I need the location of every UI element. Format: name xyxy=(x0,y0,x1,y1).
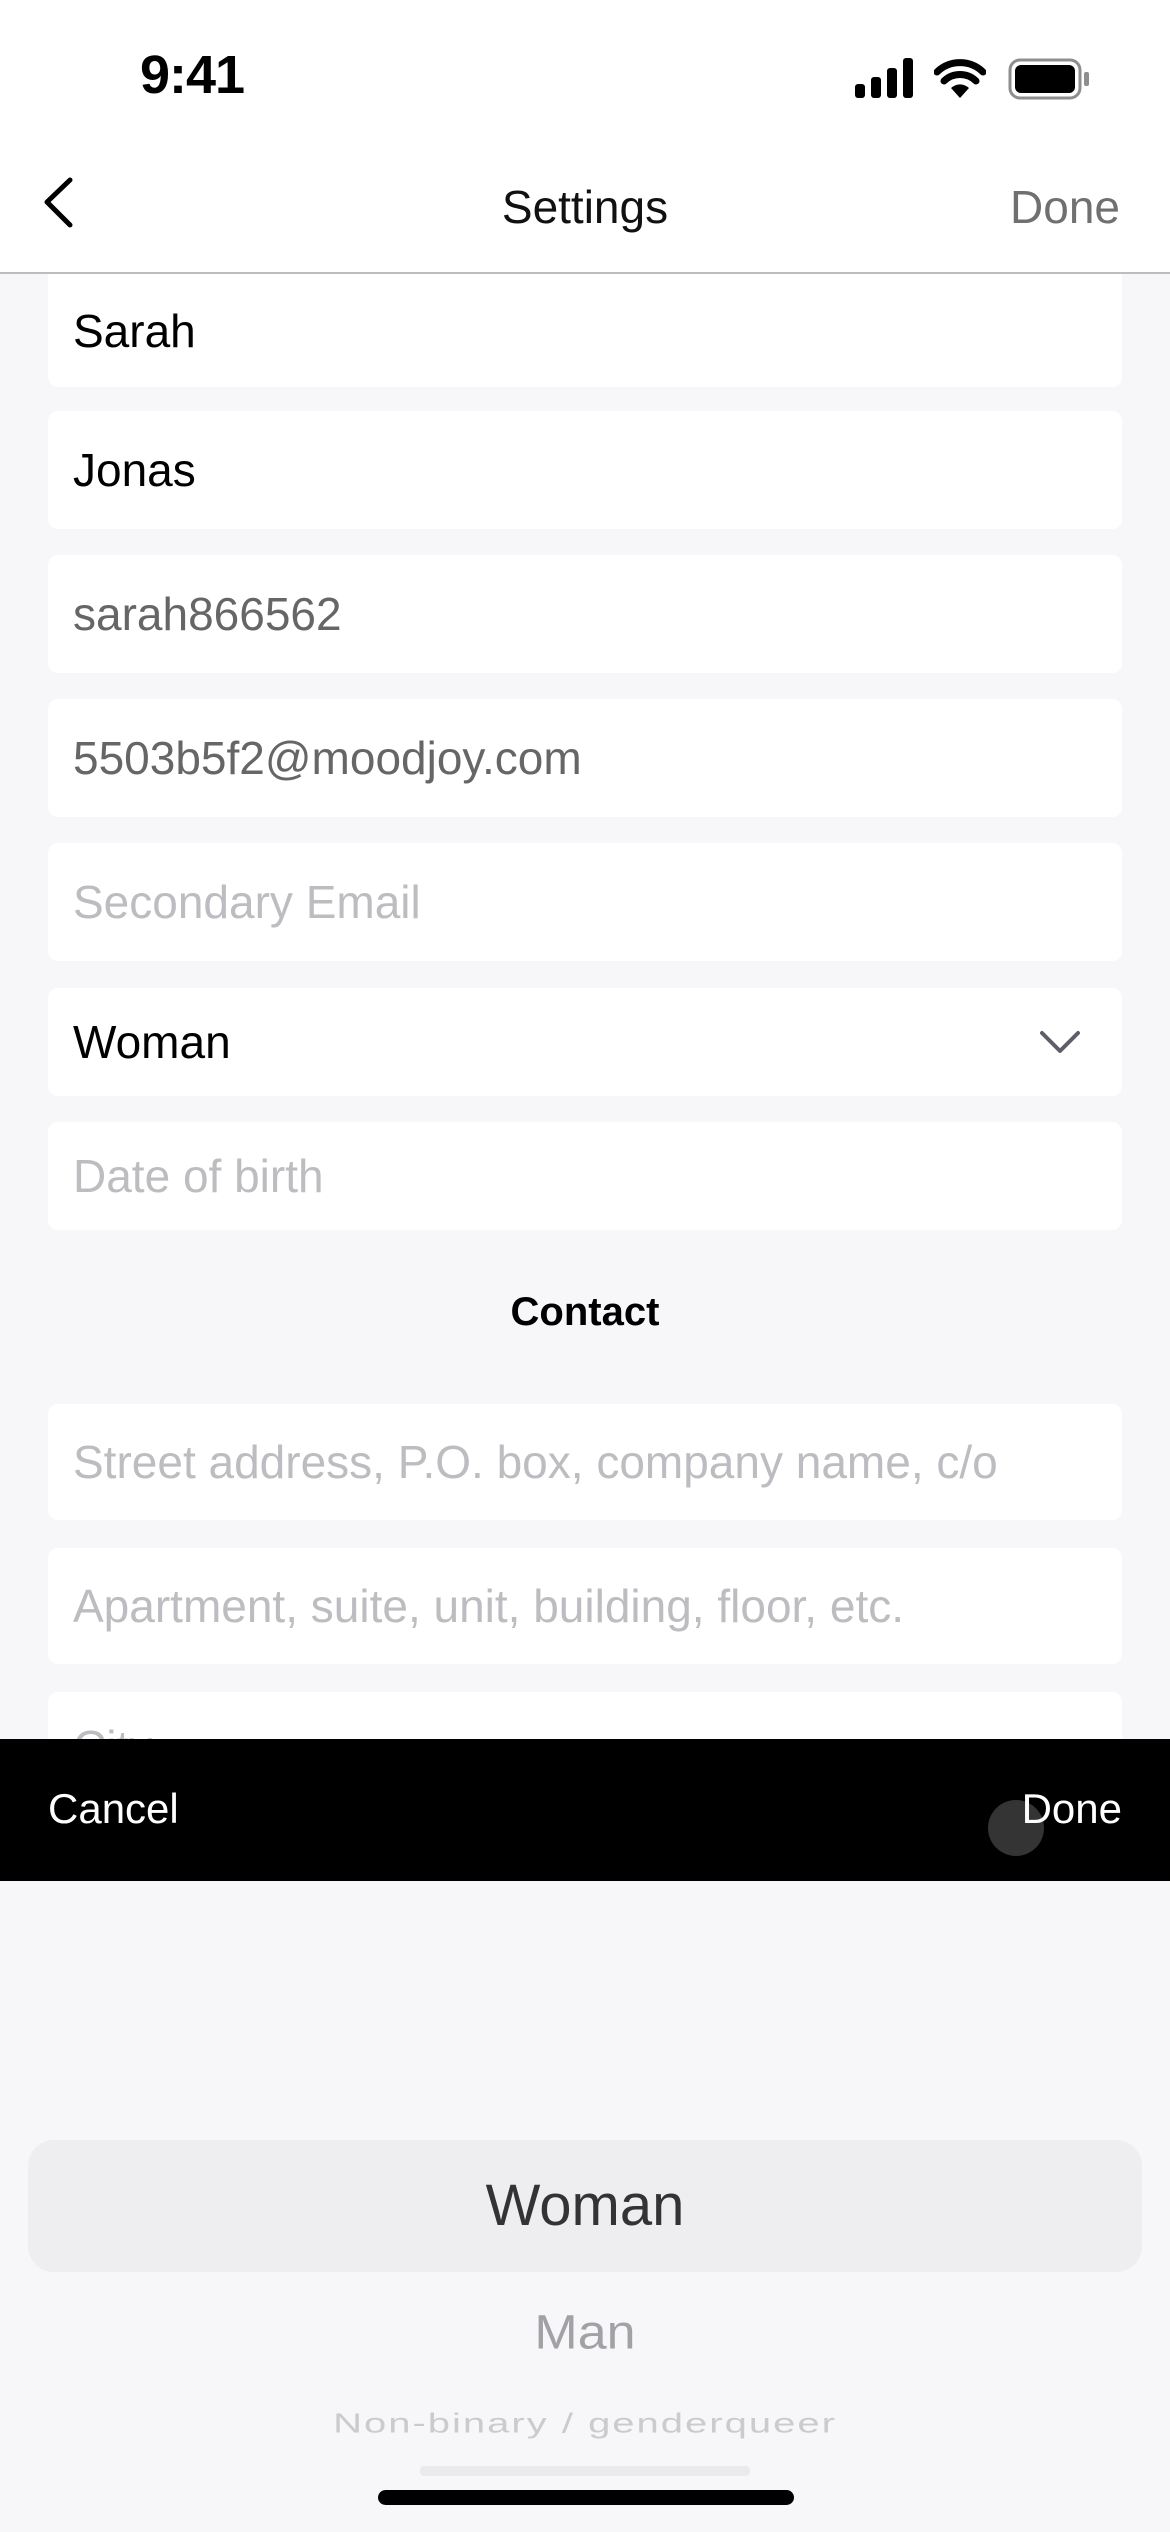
status-bar: 9:41 xyxy=(0,0,1170,150)
email-value: 5503b5f2@moodjoy.com xyxy=(73,732,582,784)
gender-select[interactable]: Woman xyxy=(48,988,1122,1096)
picker-toolbar: Cancel Done xyxy=(0,1739,1170,1881)
picker-option-faded[interactable] xyxy=(420,2466,750,2476)
chevron-down-icon xyxy=(1040,1031,1080,1053)
picker-done-button[interactable]: Done xyxy=(1022,1785,1122,1833)
street-address-field[interactable]: Street address, P.O. box, company name, … xyxy=(48,1404,1122,1520)
home-indicator xyxy=(378,2490,794,2505)
date-of-birth-placeholder: Date of birth xyxy=(73,1150,324,1202)
email-field[interactable]: 5503b5f2@moodjoy.com xyxy=(48,699,1122,817)
secondary-email-placeholder: Secondary Email xyxy=(73,876,421,928)
date-of-birth-field[interactable]: Date of birth xyxy=(48,1122,1122,1230)
gender-value: Woman xyxy=(73,1016,231,1068)
username-field[interactable]: sarah866562 xyxy=(48,555,1122,673)
cellular-signal-icon xyxy=(855,58,913,98)
section-title-contact: Contact xyxy=(510,1290,660,1334)
picker-cancel-button[interactable]: Cancel xyxy=(48,1785,179,1833)
picker-option[interactable]: Man xyxy=(0,2305,1170,2360)
picker-option[interactable]: Non-binary / genderqueer xyxy=(0,2408,1170,2440)
apartment-placeholder: Apartment, suite, unit, building, floor,… xyxy=(73,1580,905,1632)
first-name-field[interactable]: Sarah xyxy=(48,274,1122,387)
picker-option-selected[interactable]: Woman xyxy=(0,2172,1170,2239)
username-value: sarah866562 xyxy=(73,588,342,640)
apartment-field[interactable]: Apartment, suite, unit, building, floor,… xyxy=(48,1548,1122,1664)
street-address-placeholder: Street address, P.O. box, company name, … xyxy=(73,1436,998,1488)
page-title: Settings xyxy=(501,181,669,233)
wifi-icon xyxy=(934,59,986,98)
nav-bar: Settings Done xyxy=(0,150,1170,274)
first-name-value: Sarah xyxy=(73,304,196,357)
last-name-field[interactable]: Jonas xyxy=(48,411,1122,529)
nav-done-button[interactable]: Done xyxy=(1010,180,1120,234)
last-name-value: Jonas xyxy=(73,444,196,496)
secondary-email-field[interactable]: Secondary Email xyxy=(48,843,1122,961)
back-button[interactable] xyxy=(30,170,100,240)
gender-picker-wheel[interactable]: Woman Man Non-binary / genderqueer xyxy=(0,1881,1170,2532)
battery-icon xyxy=(1008,58,1089,100)
chevron-left-icon xyxy=(44,177,73,228)
status-time: 9:41 xyxy=(140,45,245,105)
